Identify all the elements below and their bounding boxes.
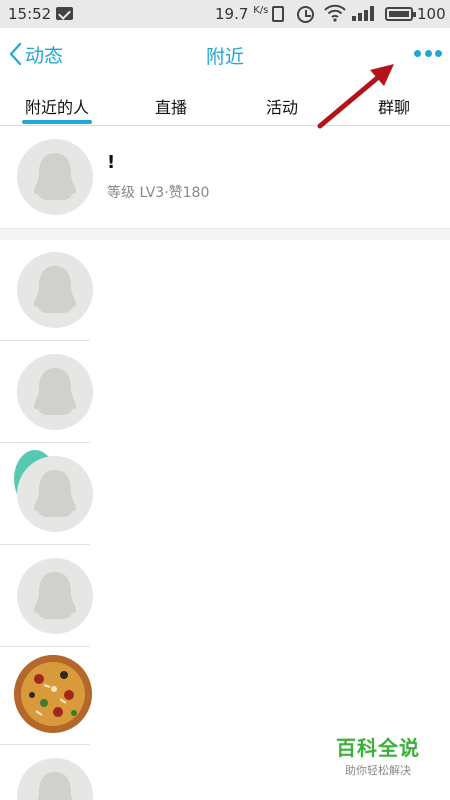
notification-icon — [56, 7, 73, 20]
battery-level: 100 — [417, 5, 446, 23]
penguin-icon — [34, 368, 76, 415]
status-time: 15:52 — [8, 5, 52, 23]
penguin-icon — [34, 470, 76, 517]
row-divider — [0, 340, 90, 341]
network-speed-unit: K/s — [253, 5, 269, 16]
avatar[interactable] — [17, 354, 93, 430]
tab-activities[interactable]: 活动 — [266, 94, 298, 118]
row-divider — [0, 544, 90, 545]
person-level: 等级 LV3·赞180 — [107, 185, 210, 201]
battery-icon — [385, 7, 416, 21]
vibrate-icon — [272, 6, 284, 22]
watermark-title: 百科全说 — [336, 736, 420, 760]
pizza-avatar[interactable] — [14, 655, 92, 733]
network-speed: 19.7 K/s — [215, 5, 269, 23]
section-divider — [0, 228, 450, 240]
watermark: 百科全说 助你轻松解决 — [326, 732, 430, 778]
status-bar: 15:52 19.7 K/s 100 — [0, 0, 450, 28]
avatar[interactable] — [17, 456, 93, 532]
avatar[interactable] — [17, 758, 93, 800]
more-dots-icon — [414, 50, 421, 57]
penguin-icon — [34, 153, 76, 200]
pizza-photo-icon — [14, 655, 92, 733]
person-name: ! — [107, 152, 116, 173]
penguin-icon — [37, 772, 73, 800]
row-divider — [0, 442, 90, 443]
annotation-arrow-icon — [317, 64, 394, 129]
wifi-icon — [324, 4, 346, 22]
penguin-icon — [34, 266, 76, 313]
avatar[interactable] — [17, 139, 93, 215]
active-tab-indicator — [22, 120, 92, 124]
signal-icon — [352, 6, 376, 21]
tab-live[interactable]: 直播 — [155, 94, 187, 118]
tab-nearby-people[interactable]: 附近的人 — [25, 94, 89, 118]
avatar[interactable] — [17, 252, 93, 328]
row-divider — [0, 744, 90, 745]
row-divider — [0, 646, 90, 647]
watermark-subtitle: 助你轻松解决 — [345, 764, 411, 777]
penguin-icon — [34, 572, 76, 619]
alarm-icon — [297, 6, 314, 23]
avatar[interactable] — [17, 558, 93, 634]
more-button[interactable] — [414, 50, 442, 60]
